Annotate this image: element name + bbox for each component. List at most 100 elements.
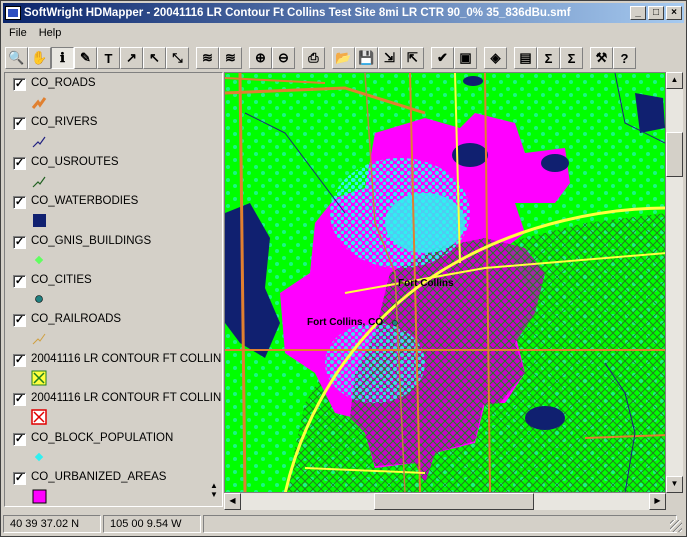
layer-name: CO_URBANIZED_AREAS <box>31 471 167 483</box>
layer-name: CO_CITIES <box>31 274 92 286</box>
waterbody-top <box>463 76 483 86</box>
layer-symbol-contour-yellow-icon[interactable] <box>31 370 47 386</box>
city-marker[interactable] <box>392 320 398 326</box>
layer-symbol-population-icon[interactable] <box>31 449 47 465</box>
scroll-down-button[interactable]: ▼ <box>666 476 683 493</box>
layer-visibility-checkbox[interactable]: ✓ <box>13 156 26 170</box>
layer-name: CO_USROUTES <box>31 155 119 168</box>
layer-visibility-checkbox[interactable]: ✓ <box>13 78 26 91</box>
app-window: SoftWright HDMapper - 20041116 LR Contou… <box>0 0 687 537</box>
layer-order-arrows[interactable]: ▲ ▼ <box>210 481 218 499</box>
tools-button[interactable]: ⚒ <box>590 47 613 69</box>
help-button[interactable]: ? <box>613 47 636 69</box>
text-tool-button[interactable]: T <box>97 47 120 69</box>
sum-select-button[interactable]: Σ <box>560 47 583 69</box>
layer-item[interactable]: ✓ 20041116 LR CONTOUR FT COLLINS <box>5 389 222 428</box>
layer-name: CO_RAILROADS <box>31 313 122 326</box>
menu-bar: File Help <box>3 24 684 42</box>
layer-symbol-usroute-icon[interactable] <box>31 173 47 189</box>
layer-symbol-contour-red-icon[interactable] <box>31 409 47 425</box>
layer-list[interactable]: ✓ CO_URBANIZED_AREAS ✓ CO_BLOCK_POPULATION ✓… <box>4 72 223 507</box>
legend-button[interactable]: ▤ <box>514 47 537 69</box>
horizontal-scroll-thumb[interactable] <box>374 493 534 510</box>
layer-up-button[interactable]: ≋ <box>196 47 219 69</box>
check-button[interactable]: ✔ <box>431 47 454 69</box>
layer-name: 20041116 LR CONTOUR FT COLLINS <box>31 392 223 405</box>
layer-name: CO_BLOCK_POPULATION <box>31 431 174 444</box>
zoom-out-button[interactable]: ⊖ <box>272 47 295 69</box>
import-button[interactable]: ⇲ <box>378 47 401 69</box>
window-title: SoftWright HDMapper - 20041116 LR Contou… <box>24 7 571 19</box>
line-tool-button[interactable]: ↗ <box>120 47 143 69</box>
layer-visibility-checkbox[interactable]: ✓ <box>13 275 26 288</box>
layer-name: CO_GNIS_BUILDINGS <box>31 234 152 247</box>
layer-visibility-checkbox[interactable]: ✓ <box>13 196 26 210</box>
zoom-tool-button[interactable]: 🔍 <box>5 47 28 69</box>
node-tool-button[interactable]: ⤡ <box>166 47 189 69</box>
layer-symbol-road-icon[interactable] <box>31 94 47 110</box>
info-tool-button[interactable]: ℹ <box>51 47 74 69</box>
layer-symbol-water-icon[interactable] <box>31 212 47 228</box>
map-canvas[interactable]: Fort Collins Fort Collins, CO <box>225 73 666 493</box>
waterbody-southeast <box>525 406 565 430</box>
layer-visibility-checkbox[interactable]: ✓ <box>13 314 26 328</box>
maximize-button[interactable]: □ <box>648 6 664 20</box>
layer-item[interactable]: ✓ CO_URBANIZED_AREAS <box>5 468 222 506</box>
pan-tool-button[interactable]: ✋ <box>28 47 51 69</box>
layer-visibility-checkbox[interactable]: ✓ <box>13 117 26 131</box>
layer-item[interactable]: ✓ CO_BLOCK_POPULATION <box>5 429 222 468</box>
waterbody-northeast <box>635 93 665 133</box>
layer-visibility-checkbox[interactable]: ✓ <box>13 393 26 407</box>
layer-visibility-checkbox[interactable]: ✓ <box>13 432 26 446</box>
layer-item[interactable]: ✓ CO_ROADS <box>5 74 222 113</box>
zoom-in-button[interactable]: ⊕ <box>249 47 272 69</box>
resize-grip[interactable] <box>670 520 682 532</box>
map-view[interactable]: Fort Collins Fort Collins, CO <box>224 72 666 493</box>
population-south <box>325 323 425 403</box>
open-button[interactable]: 📂 <box>332 47 355 69</box>
scroll-right-button[interactable]: ▶ <box>649 493 666 510</box>
layer-item[interactable]: ✓ CO_RAILROADS <box>5 310 222 349</box>
map-horizontal-scrollbar[interactable]: ◀ ▶ <box>224 493 666 510</box>
layer-item[interactable]: ✓ CO_CITIES <box>5 271 222 310</box>
latitude-readout: 40 39 37.02 N <box>3 514 101 533</box>
map-vertical-scrollbar[interactable]: ▲ ▼ <box>666 72 683 493</box>
layer-symbol-city-icon[interactable] <box>31 291 47 307</box>
layer-name: CO_WATERBODIES <box>31 195 139 208</box>
scroll-up-button[interactable]: ▲ <box>666 72 683 89</box>
label-tool-button[interactable]: ✎ <box>74 47 97 69</box>
minimize-button[interactable]: _ <box>630 6 646 20</box>
layer-visibility-checkbox[interactable]: ✓ <box>13 353 26 367</box>
layer-visibility-checkbox[interactable]: ✓ <box>13 235 26 249</box>
layer-symbol-urban-icon[interactable] <box>31 488 47 504</box>
app-icon[interactable] <box>5 6 21 20</box>
layer-symbol-river-icon[interactable] <box>31 133 47 149</box>
status-message <box>203 514 677 533</box>
add-layer-button[interactable]: ◈ <box>484 47 507 69</box>
save-button[interactable]: 💾 <box>355 47 378 69</box>
toolbar: 🔍 ✋ ℹ ✎ T ↗ ↖ ⤡ ≋ ≋ ⊕ ⊖ ⎙ 📂 💾 ⇲ ⇱ ✔ ▣ ◈ ▤ Σ Σ ⚒? <box>3 45 684 71</box>
waterbody-east <box>541 154 569 172</box>
layer-item[interactable]: ✓ CO_RIVERS <box>5 113 222 152</box>
population-center <box>385 193 465 253</box>
title-bar[interactable]: SoftWright HDMapper - 20041116 LR Contou… <box>3 3 684 23</box>
layer-item[interactable]: ✓ 20041116 LR CONTOUR FT COLLINS <box>5 350 222 389</box>
layer-item[interactable]: ✓ CO_USROUTES <box>5 153 222 192</box>
vertical-scroll-thumb[interactable] <box>666 132 683 177</box>
scroll-left-button[interactable]: ◀ <box>224 493 241 510</box>
menu-help[interactable]: Help <box>33 27 68 39</box>
layer-item[interactable]: ✓ CO_GNIS_BUILDINGS <box>5 232 222 271</box>
layer-symbol-building-icon[interactable] <box>31 252 47 268</box>
export-button[interactable]: ⇱ <box>401 47 424 69</box>
layer-name: 20041116 LR CONTOUR FT COLLINS <box>31 352 223 365</box>
layer-down-button[interactable]: ≋ <box>219 47 242 69</box>
layer-symbol-rail-icon[interactable] <box>31 330 47 346</box>
layer-visibility-checkbox[interactable]: ✓ <box>13 472 26 485</box>
close-button[interactable]: × <box>666 6 682 20</box>
select-tool-button[interactable]: ↖ <box>143 47 166 69</box>
sum-button[interactable]: Σ <box>537 47 560 69</box>
print-button[interactable]: ⎙ <box>302 47 325 69</box>
layer-item[interactable]: ✓ CO_WATERBODIES <box>5 192 222 231</box>
layer-props-button[interactable]: ▣ <box>454 47 477 69</box>
menu-file[interactable]: File <box>3 27 33 39</box>
